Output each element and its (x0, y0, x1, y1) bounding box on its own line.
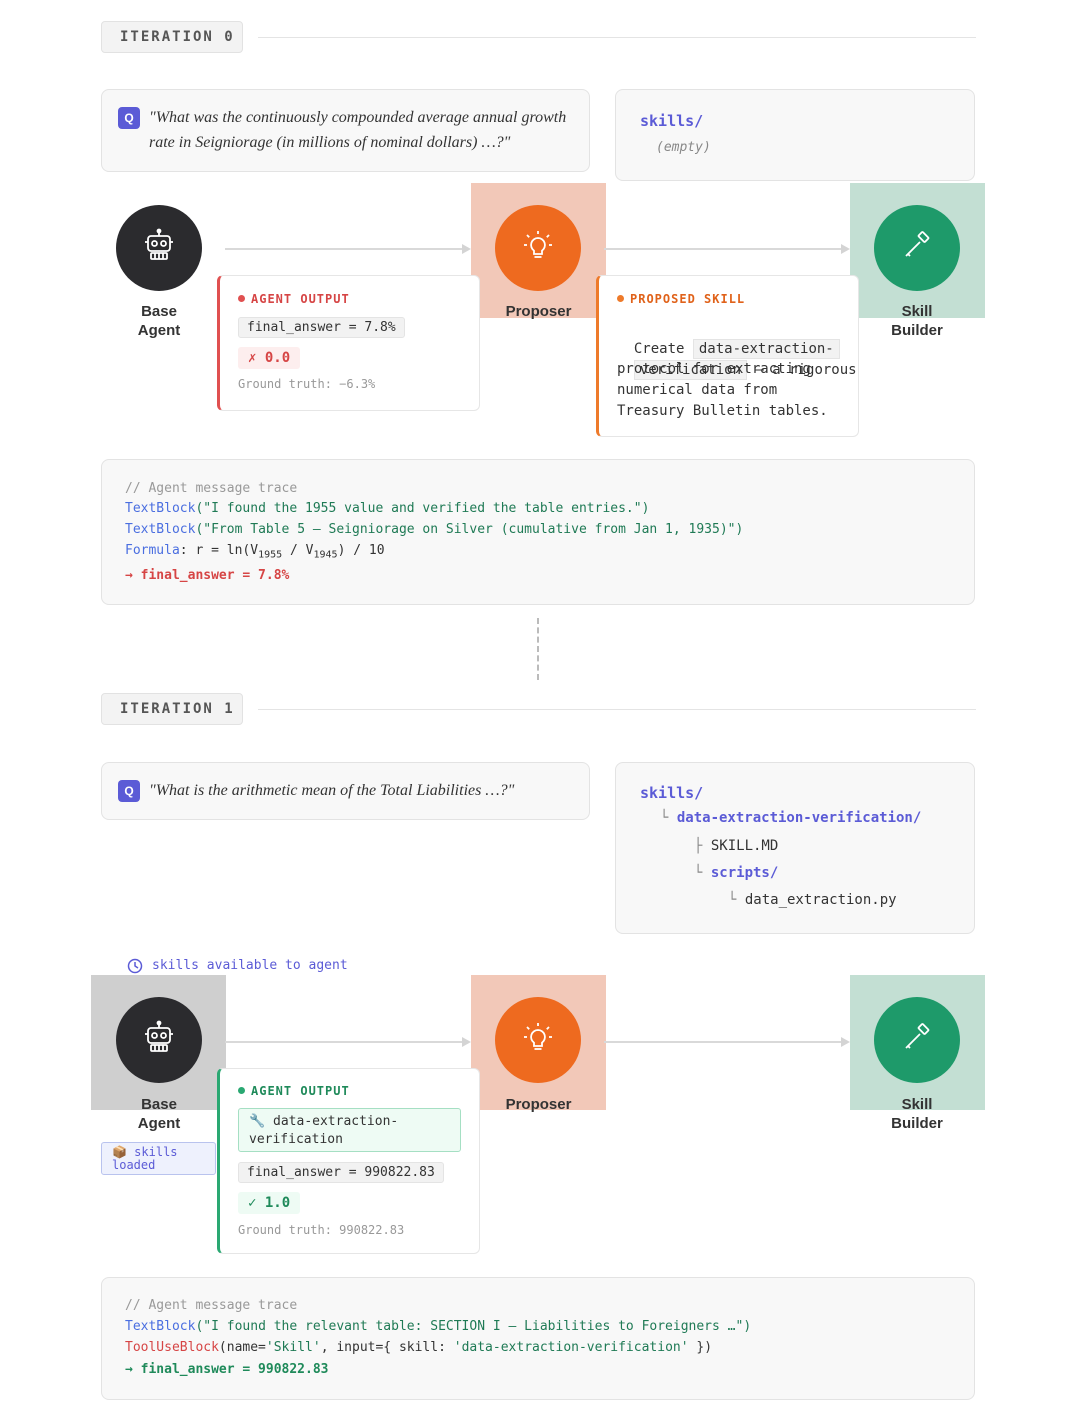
iteration-1-divider (258, 709, 976, 710)
skills-tree-file-py: └ data_extraction.py (728, 892, 897, 908)
hammer-icon (900, 1021, 934, 1060)
skill-builder-node (874, 205, 960, 291)
iteration-0-label: ITERATION 0 (101, 21, 243, 53)
skill-builder-label: Skill Builder (891, 303, 943, 339)
iteration-connector (537, 618, 539, 680)
robot-icon (141, 1020, 177, 1061)
trace-line-1: TextBlock("I found the 1955 value and ve… (125, 501, 650, 516)
skill-used-chip: 🔧 data-extraction- verification (238, 1108, 461, 1152)
proposed-skill-line-5: Treasury Bulletin tables. (617, 403, 828, 419)
message-trace-panel (101, 1277, 975, 1400)
hammer-icon (900, 229, 934, 268)
arrow-head (462, 1037, 471, 1047)
trace-line-2: ToolUseBlock(name='Skill', input={ skill… (125, 1340, 713, 1355)
skills-tree-file-skillmd: ├ SKILL.MD (694, 838, 779, 854)
base-agent-label: Base Agent (137, 1096, 181, 1132)
proposed-skill-line-3: protocol for extracting (617, 361, 811, 377)
proposed-skill-header: PROPOSED SKILL (617, 292, 745, 306)
base-agent-node (116, 997, 202, 1083)
arrow-agent-to-proposer (225, 248, 465, 250)
trace-final-answer: → final_answer = 990822.83 (125, 1362, 329, 1377)
trace-line-1: TextBlock("I found the relevant table: S… (125, 1319, 752, 1334)
iteration-0-divider (258, 37, 976, 38)
trace-line-2: TextBlock("From Table 5 — Seigniorage on… (125, 522, 744, 537)
iteration-1-label: ITERATION 1 (101, 693, 243, 725)
proposer-label: Proposer (505, 303, 572, 320)
arrow-head (841, 244, 850, 254)
skills-available-note: skills available to agent (152, 958, 348, 973)
agent-output-header: AGENT OUTPUT (238, 292, 350, 306)
base-agent-node (116, 205, 202, 291)
skill-builder-label: Skill Builder (891, 1096, 943, 1132)
question-badge: Q (118, 780, 140, 802)
question-text: "What is the arithmetic mean of the Tota… (149, 782, 515, 799)
trace-comment: // Agent message trace (125, 481, 298, 496)
score-pass: ✓ 1.0 (238, 1192, 301, 1214)
skills-loaded-badge: 📦 skills loaded (101, 1142, 216, 1175)
proposer-node (495, 205, 581, 291)
proposer-label: Proposer (505, 1096, 572, 1113)
arrow-proposer-to-builder (604, 1041, 844, 1043)
proposer-node (495, 997, 581, 1083)
arrow-head (841, 1037, 850, 1047)
question-text: "What was the continuously compounded av… (149, 109, 567, 151)
skills-empty: (empty) (656, 140, 711, 155)
ground-truth: Ground truth: −6.3% (238, 377, 376, 391)
base-agent-label: Base Agent (137, 303, 181, 339)
proposed-skill-line-4: numerical data from (617, 382, 778, 398)
trace-line-3: Formula: r = ln(V1955 / V1945) / 10 (125, 543, 385, 561)
trace-comment: // Agent message trace (125, 1298, 298, 1313)
agent-output-header: AGENT OUTPUT (238, 1084, 350, 1098)
trace-final-answer: → final_answer = 7.8% (125, 568, 290, 583)
lightbulb-icon (521, 1021, 555, 1060)
skills-root: skills/ (640, 784, 704, 802)
arrow-head (462, 244, 471, 254)
score-fail: ✗ 0.0 (238, 347, 301, 369)
skills-panel (615, 89, 975, 181)
ground-truth: Ground truth: 990822.83 (238, 1223, 405, 1237)
skills-tree-dir: └ data-extraction-verification/ (660, 810, 922, 826)
question-badge: Q (118, 107, 140, 129)
skills-root: skills/ (640, 112, 704, 130)
robot-icon (141, 228, 177, 269)
skills-tree-scripts: └ scripts/ (694, 865, 779, 881)
skill-builder-node (874, 997, 960, 1083)
arrow-proposer-to-builder (604, 248, 844, 250)
final-answer-chip: final_answer = 990822.83 (238, 1162, 444, 1183)
final-answer-chip: final_answer = 7.8% (238, 317, 405, 338)
lightbulb-icon (521, 229, 555, 268)
arrow-agent-to-proposer (225, 1041, 465, 1043)
